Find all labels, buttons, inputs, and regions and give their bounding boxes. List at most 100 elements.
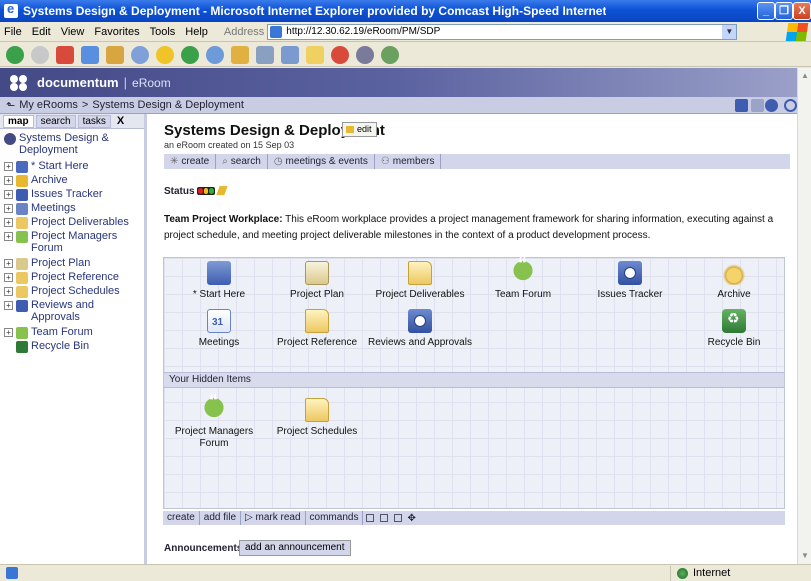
- menu-view[interactable]: View: [61, 26, 85, 38]
- user-icon[interactable]: [784, 99, 797, 112]
- menu-tools[interactable]: Tools: [150, 26, 176, 38]
- vertical-scrollbar[interactable]: ▲ ▼: [797, 68, 811, 564]
- forward-icon[interactable]: [31, 45, 49, 64]
- discuss-icon[interactable]: [306, 45, 324, 64]
- hidden-item[interactable]: Project Schedules: [262, 398, 372, 438]
- address-dropdown-icon[interactable]: ▼: [722, 24, 737, 39]
- expand-icon[interactable]: +: [4, 301, 13, 310]
- expand-icon[interactable]: +: [4, 190, 13, 199]
- back-icon[interactable]: [6, 45, 24, 64]
- expand-icon[interactable]: +: [4, 218, 13, 227]
- tree-item[interactable]: + Reviews and Approvals: [0, 299, 144, 325]
- room-item[interactable]: Archive: [679, 261, 789, 301]
- menu-help[interactable]: Help: [185, 26, 208, 38]
- tree-item[interactable]: + Issues Tracker: [0, 188, 144, 201]
- menu-edit[interactable]: Edit: [32, 26, 51, 38]
- stop-icon[interactable]: [56, 45, 74, 64]
- command-bar: create add file ▷ mark read commands ✥: [163, 511, 785, 525]
- refresh-icon[interactable]: [81, 45, 99, 64]
- members-button[interactable]: ⚇ members: [375, 154, 442, 169]
- close-button[interactable]: X: [793, 2, 811, 20]
- mark-read-command[interactable]: ▷ mark read: [241, 511, 306, 525]
- address-label: Address: [223, 25, 265, 38]
- minimize-button[interactable]: _: [757, 2, 775, 20]
- edit-status-icon[interactable]: [216, 186, 228, 195]
- search-icon[interactable]: [131, 45, 149, 64]
- add-announcement-button[interactable]: add an announcement: [239, 540, 351, 556]
- view-list-icon[interactable]: [380, 514, 389, 522]
- tab-search[interactable]: search: [35, 114, 76, 128]
- tree-item[interactable]: + Project Schedules: [0, 285, 144, 298]
- hidden-items-header[interactable]: Your Hidden Items: [164, 372, 784, 388]
- tree-item[interactable]: + * Start Here: [0, 160, 144, 173]
- tree-item[interactable]: + Project Managers Forum: [0, 230, 144, 256]
- commands-menu[interactable]: commands: [306, 511, 364, 525]
- room-item[interactable]: * Start Here: [164, 261, 274, 301]
- room-item[interactable]: Recycle Bin: [679, 309, 789, 349]
- tree-item[interactable]: + Meetings: [0, 202, 144, 215]
- room-item[interactable]: Team Forum: [468, 258, 578, 301]
- view-icons-icon[interactable]: [366, 514, 375, 522]
- tree-item[interactable]: + Project Deliverables: [0, 216, 144, 229]
- chat-icon[interactable]: [735, 99, 748, 112]
- tree-root[interactable]: Systems Design & Deployment: [0, 132, 144, 160]
- tree-item-label: Reviews and Approvals: [31, 299, 94, 323]
- tree-item-icon: [16, 175, 28, 187]
- tab-tasks[interactable]: tasks: [77, 114, 111, 128]
- favorites-icon[interactable]: [156, 45, 174, 64]
- tree-item[interactable]: Recycle Bin: [0, 340, 144, 353]
- expand-icon[interactable]: +: [4, 287, 13, 296]
- research-icon[interactable]: [356, 45, 374, 64]
- menu-favorites[interactable]: Favorites: [94, 26, 139, 38]
- expand-icon[interactable]: +: [4, 273, 13, 282]
- tree-item[interactable]: + Project Plan: [0, 257, 144, 270]
- meetings-events-button[interactable]: ◷ meetings & events: [268, 154, 375, 169]
- address-bar[interactable]: http://12.30.62.19/eRoom/PM/SDP ▼: [267, 23, 738, 40]
- breadcrumb-up-icon[interactable]: ⬑: [6, 99, 15, 112]
- menu-file[interactable]: File: [4, 26, 22, 38]
- room-item[interactable]: Meetings: [164, 309, 274, 349]
- expand-icon[interactable]: +: [4, 176, 13, 185]
- scroll-down-icon[interactable]: ▼: [799, 550, 811, 562]
- room-item[interactable]: Reviews and Approvals: [365, 309, 475, 349]
- tree-item[interactable]: + Archive: [0, 174, 144, 187]
- create-command[interactable]: create: [163, 511, 200, 525]
- expand-icon[interactable]: +: [4, 232, 13, 241]
- search-button[interactable]: ⌕ search: [216, 154, 268, 169]
- scroll-up-icon[interactable]: ▲: [799, 70, 811, 82]
- room-icon: [4, 133, 16, 145]
- sync-icon[interactable]: [751, 99, 764, 112]
- edit-page-icon[interactable]: [281, 45, 299, 64]
- room-item[interactable]: Project Plan: [262, 261, 372, 301]
- help-icon[interactable]: [765, 99, 778, 112]
- extra-icon[interactable]: [381, 45, 399, 64]
- forum-icon: [511, 258, 535, 285]
- home-icon[interactable]: [106, 45, 124, 64]
- expand-icon[interactable]: +: [4, 328, 13, 337]
- print-icon[interactable]: [256, 45, 274, 64]
- tree-item[interactable]: + Team Forum: [0, 326, 144, 339]
- view-settings-icon[interactable]: ✥: [407, 513, 415, 524]
- room-item[interactable]: Project Deliverables: [365, 261, 475, 301]
- history-icon[interactable]: [206, 45, 224, 64]
- messenger-icon[interactable]: [331, 45, 349, 64]
- edit-button[interactable]: edit: [342, 122, 377, 137]
- create-button[interactable]: ✳ create: [164, 154, 217, 169]
- close-pane-icon[interactable]: X: [117, 115, 124, 127]
- maximize-button[interactable]: ❐: [775, 2, 793, 20]
- breadcrumb-my-erooms[interactable]: My eRooms: [19, 99, 78, 111]
- tree-item[interactable]: + Project Reference: [0, 271, 144, 284]
- expand-icon[interactable]: +: [4, 162, 13, 171]
- view-details-icon[interactable]: [394, 514, 403, 522]
- mail-icon[interactable]: [231, 45, 249, 64]
- tab-map[interactable]: map: [3, 114, 34, 128]
- add-file-command[interactable]: add file: [200, 511, 242, 525]
- expand-icon[interactable]: +: [4, 259, 13, 268]
- room-item[interactable]: Project Reference: [262, 309, 372, 349]
- room-item[interactable]: Issues Tracker: [575, 261, 685, 301]
- address-value: http://12.30.62.19/eRoom/PM/SDP: [286, 25, 441, 37]
- media-icon[interactable]: [181, 45, 199, 64]
- page-status-icon: [6, 567, 18, 579]
- hidden-item[interactable]: Project Managers Forum: [164, 395, 264, 450]
- expand-icon[interactable]: +: [4, 204, 13, 213]
